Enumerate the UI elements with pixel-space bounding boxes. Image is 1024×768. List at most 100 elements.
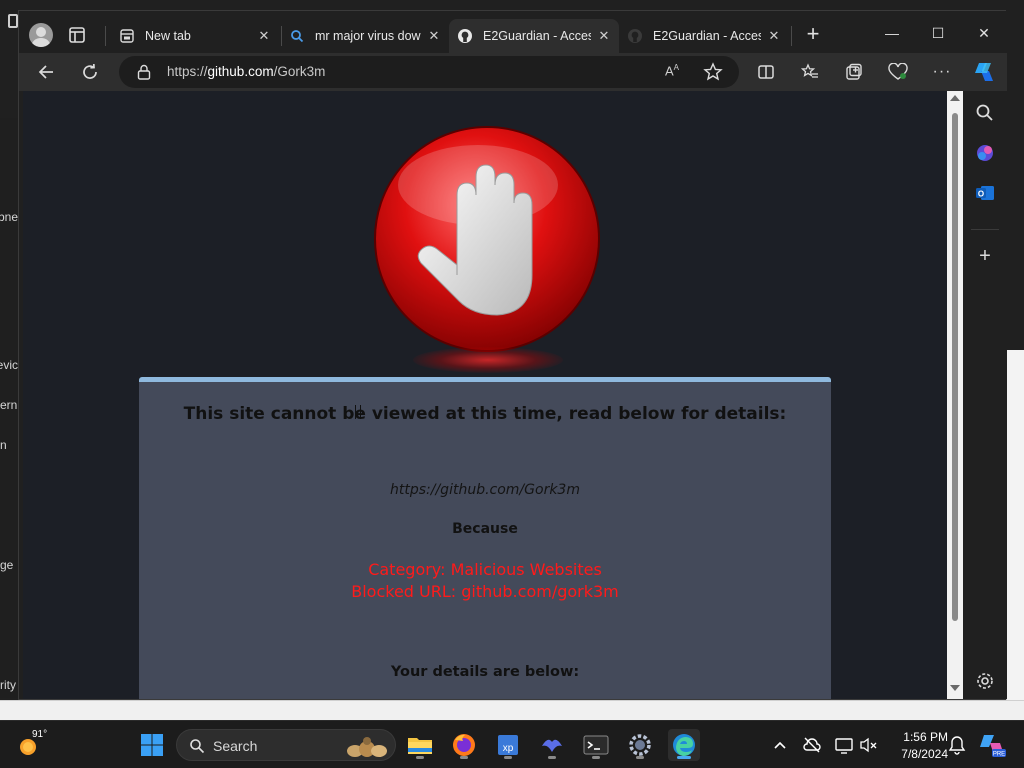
close-tab-icon[interactable]: ✕ — [425, 27, 443, 45]
folder-icon — [408, 738, 432, 754]
sidebar-outlook-button[interactable]: O — [975, 183, 995, 203]
weather-temp: 91° — [32, 729, 48, 740]
bg-sidebar-text: evic — [0, 358, 18, 372]
copilot-taskbar-icon[interactable]: PRE — [978, 731, 1006, 759]
speaker-muted-icon[interactable] — [858, 735, 878, 755]
stop-glow — [413, 347, 563, 373]
tab-new-tab[interactable]: New tab ✕ — [111, 19, 279, 53]
scrollbar-thumb[interactable] — [952, 113, 958, 621]
terminal-button[interactable] — [580, 729, 612, 761]
close-tab-icon[interactable]: ✕ — [765, 27, 783, 45]
sidebar-add-button[interactable]: + — [975, 246, 995, 267]
bird-app-button[interactable] — [536, 729, 568, 761]
tab-separator — [791, 26, 792, 46]
copilot-button[interactable] — [969, 58, 999, 86]
taskbar-search[interactable]: Search — [176, 729, 396, 761]
firefox-icon — [453, 734, 475, 756]
bg-sidebar-text: n — [0, 438, 7, 452]
terminal-icon — [583, 735, 609, 755]
tab-label: E2Guardian - Acces — [653, 29, 761, 43]
stop-hand-icon — [374, 126, 600, 352]
background-bottom-strip — [0, 700, 1024, 720]
minimize-button[interactable]: — — [869, 19, 915, 47]
file-explorer-button[interactable] — [404, 729, 436, 761]
maximize-button[interactable]: ☐ — [915, 19, 961, 47]
settings-button[interactable] — [624, 729, 656, 761]
settings-more-button[interactable]: ··· — [927, 58, 957, 86]
notification-bell-icon[interactable] — [948, 735, 966, 755]
text-cursor-icon — [355, 405, 361, 419]
back-button[interactable] — [31, 58, 61, 86]
edge-sidebar: O + — [963, 91, 1007, 699]
background-sidebar: bne evic ern n ge rity — [0, 118, 18, 698]
sidebar-search-button[interactable] — [975, 103, 995, 123]
copilot-sidebar-icon — [977, 145, 993, 161]
split-screen-button[interactable] — [751, 58, 781, 86]
read-aloud-icon[interactable]: AA — [665, 63, 685, 81]
clock-time[interactable]: 1:56 PM — [888, 730, 948, 744]
favorites-icon — [801, 63, 818, 78]
cloud-offline-icon[interactable] — [802, 735, 822, 755]
url-text: https://github.com/Gork3m — [167, 64, 325, 79]
firefox-button[interactable] — [448, 729, 480, 761]
gear-icon — [977, 673, 993, 689]
bg-sidebar-text: ge — [0, 558, 14, 572]
tab-e2guardian-active[interactable]: E2Guardian - Acces ✕ — [449, 19, 619, 53]
favorite-star-icon[interactable] — [703, 62, 723, 82]
url-path: /Gork3m — [273, 64, 326, 79]
page-scrollbar[interactable] — [947, 91, 963, 699]
search-icon — [289, 28, 305, 44]
show-hidden-icons-chevron-icon[interactable] — [772, 737, 788, 753]
url-prefix: https:// — [167, 64, 208, 79]
tab-separator — [105, 26, 106, 46]
tab-search[interactable]: mr major virus dow ✕ — [283, 19, 449, 53]
sidebar-settings-button[interactable] — [975, 671, 995, 691]
blocked-url-reason: Blocked URL: github.com/gork3m — [351, 582, 619, 601]
bird-icon — [542, 739, 562, 752]
new-tab-page-icon — [119, 28, 135, 44]
tab-separator — [281, 26, 282, 46]
refresh-button[interactable] — [75, 58, 105, 86]
address-bar[interactable]: https://github.com/Gork3m AA — [119, 56, 739, 88]
tab-actions-icon[interactable] — [67, 25, 87, 45]
favorites-button[interactable] — [795, 58, 825, 86]
sidebar-copilot-button[interactable] — [975, 143, 995, 163]
github-icon — [457, 28, 473, 44]
start-button[interactable] — [136, 729, 168, 761]
lock-icon[interactable] — [137, 64, 151, 80]
xp-icon: xp — [498, 735, 518, 755]
clock-date[interactable]: 7/8/2024 — [888, 747, 948, 761]
page-title: This site cannot be viewed at this time,… — [183, 404, 787, 424]
gear-icon — [629, 734, 651, 756]
xp-app-button[interactable]: xp — [492, 729, 524, 761]
copilot-icon — [975, 63, 993, 81]
browser-essentials-button[interactable] — [883, 58, 913, 86]
blocked-url-link: https://github.com/Gork3m — [390, 482, 580, 498]
display-icon[interactable] — [834, 735, 854, 755]
collections-icon — [846, 63, 862, 80]
close-tab-icon[interactable]: ✕ — [255, 27, 273, 45]
back-arrow-icon — [38, 65, 53, 79]
taskbar: 91° Search xp 1:56 PM 7/8/2024 PRE — [0, 720, 1024, 768]
scroll-down-arrow-icon[interactable] — [950, 685, 960, 691]
tab-label: mr major virus dow — [315, 29, 421, 43]
tab-e2guardian[interactable]: E2Guardian - Acces ✕ — [621, 19, 789, 53]
details-heading: Your details are below: — [390, 664, 580, 680]
outlook-icon: O — [976, 186, 994, 200]
close-tab-icon[interactable]: ✕ — [595, 27, 613, 45]
collections-button[interactable] — [839, 58, 869, 86]
heart-pulse-icon — [888, 63, 908, 80]
edge-button[interactable] — [668, 729, 700, 761]
bg-sidebar-text: bne — [0, 210, 18, 224]
navigation-toolbar: https://github.com/Gork3m AA ··· — [19, 53, 1007, 91]
scroll-up-arrow-icon[interactable] — [950, 95, 960, 101]
close-window-button[interactable]: ✕ — [961, 19, 1007, 47]
bg-sidebar-text: rity — [0, 678, 16, 692]
edge-icon — [673, 734, 695, 756]
because-label: Because — [452, 521, 518, 537]
profile-avatar[interactable] — [29, 23, 53, 47]
search-icon — [976, 104, 993, 121]
bg-app-icon — [8, 14, 18, 28]
new-tab-button[interactable]: + — [799, 23, 827, 47]
active-indicator — [677, 756, 691, 759]
